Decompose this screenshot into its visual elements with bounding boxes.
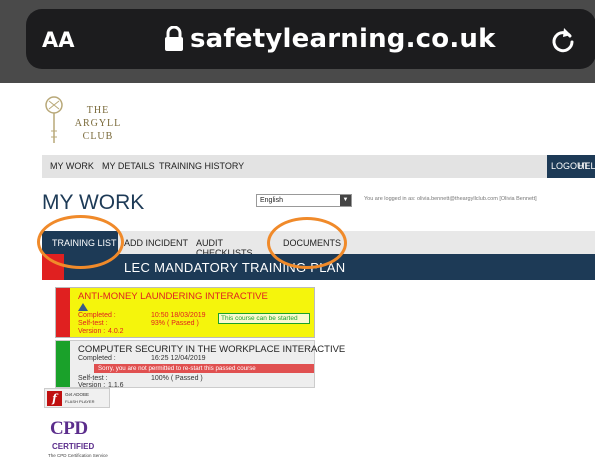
course-restart-notice: Sorry, you are not permitted to re-start… xyxy=(94,364,314,373)
cpd-logo-text: CPD xyxy=(50,418,88,439)
selftest-label: Self-test : xyxy=(78,320,108,327)
course-status-stripe xyxy=(56,341,70,387)
version-value: 1.1.6 xyxy=(108,382,124,389)
language-select[interactable]: English ▼ xyxy=(256,194,352,207)
cpd-certified-badge: CPD CERTIFIED The CPD Certification Serv… xyxy=(46,418,108,462)
flash-player-badge[interactable]: f Get ADOBE FLASH PLAYER xyxy=(44,388,110,408)
flash-line2: FLASH PLAYER xyxy=(65,399,95,404)
training-plan-title: LEC MANDATORY TRAINING PLAN xyxy=(124,260,346,275)
plan-status-stripe xyxy=(42,254,64,280)
course-status-stripe xyxy=(56,288,70,337)
club-logo-icon xyxy=(45,96,63,143)
nav-right-group: LOGOUT HELP xyxy=(547,155,595,178)
main-nav: MY WORK MY DETAILS TRAINING HISTORY LOGO… xyxy=(42,155,595,178)
completed-label: Completed : xyxy=(78,355,116,362)
flash-icon: f xyxy=(47,391,62,406)
tab-training-list[interactable]: TRAINING LIST xyxy=(42,231,118,254)
flash-line1: Get ADOBE xyxy=(65,392,90,397)
tab-documents[interactable]: DOCUMENTS xyxy=(283,231,343,254)
course-start-notice[interactable]: This course can be started xyxy=(218,313,310,324)
language-value: English xyxy=(260,197,283,204)
logo-line: ARGYLL xyxy=(74,118,122,129)
cpd-certified-text: CERTIFIED xyxy=(52,442,95,451)
text-size-button[interactable]: AA xyxy=(42,28,75,52)
reload-icon[interactable] xyxy=(548,24,578,54)
logo-line: THE xyxy=(86,105,110,116)
completed-value: 10:50 18/03/2019 xyxy=(151,312,206,319)
lock-icon xyxy=(165,26,183,51)
tab-add-incident[interactable]: ADD INCIDENT xyxy=(124,231,190,254)
cpd-subtitle: The CPD Certification Service xyxy=(48,453,108,458)
selftest-value: 100% ( Passed ) xyxy=(151,375,203,382)
url-text[interactable]: safetylearning.co.uk xyxy=(190,24,496,54)
completed-label: Completed : xyxy=(78,312,116,319)
chevron-down-icon[interactable]: ▼ xyxy=(340,195,351,206)
help-button[interactable]: HELP xyxy=(578,161,595,171)
completed-value: 16:25 12/04/2019 xyxy=(151,355,206,362)
course-title[interactable]: ANTI-MONEY LAUNDERING INTERACTIVE xyxy=(78,291,268,302)
logged-in-status: You are logged in as: olivia.bennett@the… xyxy=(364,196,537,202)
selftest-value: 93% ( Passed ) xyxy=(151,320,199,327)
course-title[interactable]: COMPUTER SECURITY IN THE WORKPLACE INTER… xyxy=(78,344,345,355)
selftest-label: Self-test : xyxy=(78,375,108,382)
page-title: MY WORK xyxy=(42,191,145,214)
warning-icon xyxy=(78,303,88,311)
version-label: Version : xyxy=(78,328,106,335)
tab-bar: TRAINING LIST ADD INCIDENT AUDIT CHECKLI… xyxy=(42,231,595,258)
nav-item-training-history[interactable]: TRAINING HISTORY xyxy=(159,161,244,171)
nav-item-my-details[interactable]: MY DETAILS xyxy=(102,161,155,171)
training-plan-header: LEC MANDATORY TRAINING PLAN xyxy=(42,254,595,280)
logo-line: CLUB xyxy=(82,131,114,142)
browser-toolbar: AA safetylearning.co.uk xyxy=(0,0,595,83)
version-value: 4.0.2 xyxy=(108,328,124,335)
course-card[interactable]: ANTI-MONEY LAUNDERING INTERACTIVE Comple… xyxy=(55,287,315,338)
nav-item-my-work[interactable]: MY WORK xyxy=(50,161,94,171)
course-card[interactable]: COMPUTER SECURITY IN THE WORKPLACE INTER… xyxy=(55,340,345,389)
tab-audit-checklists[interactable]: AUDIT CHECKLISTS xyxy=(196,231,276,258)
club-logo-text[interactable]: THE ARGYLL CLUB xyxy=(72,104,124,143)
